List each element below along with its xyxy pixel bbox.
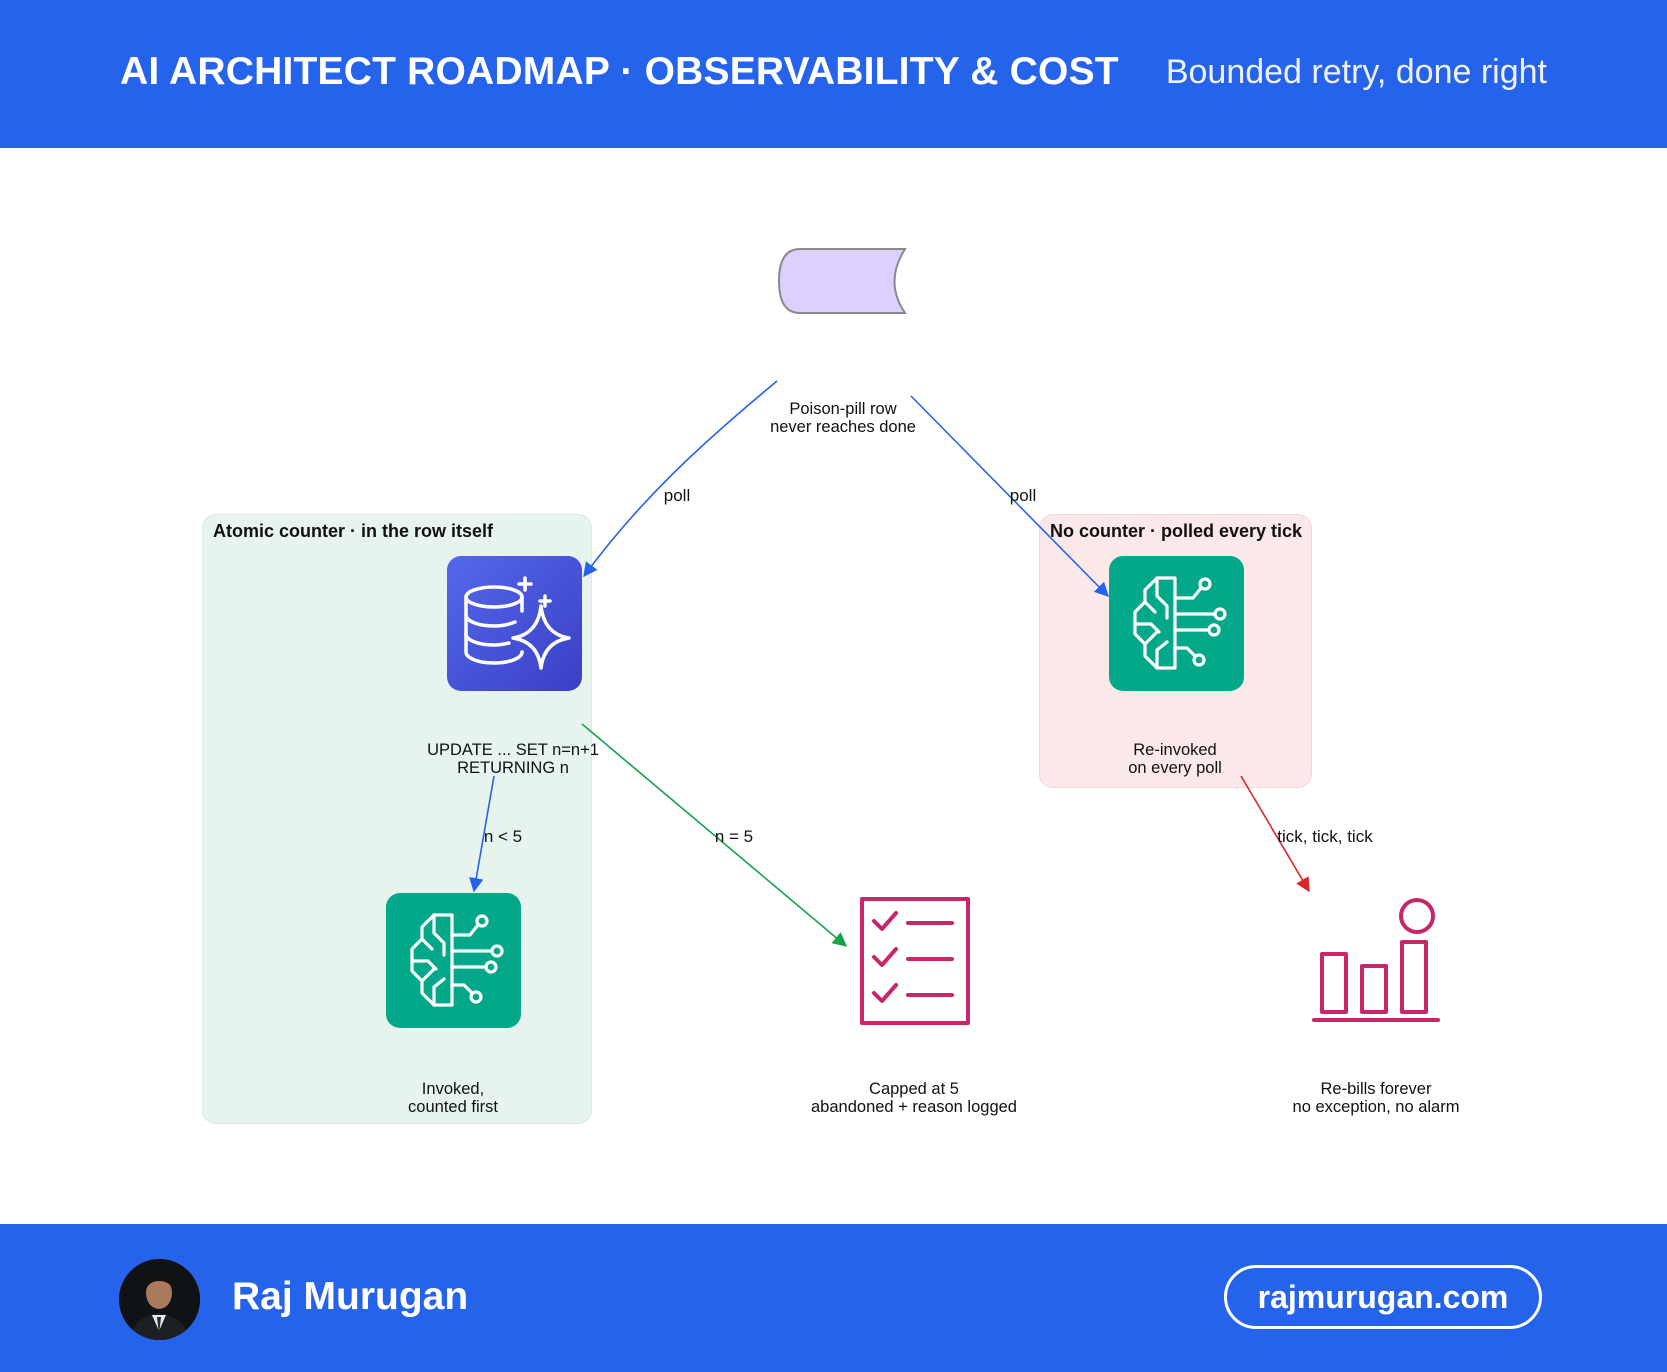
edge-label-n-less-5: n < 5 (483, 827, 523, 846)
invoke-right-caption-line-1: Re-invoked (1133, 741, 1217, 759)
start-caption-line-1: Poison-pill row (789, 400, 897, 418)
diagram-edges (469, 248, 1310, 947)
rebills-caption: Re-bills forever no exception, no alarm (1293, 1080, 1460, 1116)
edge-start-to-counter (583, 380, 778, 578)
capped-caption: Capped at 5 abandoned + reason logged (811, 1080, 1017, 1116)
poison-pill-queue-shape (777, 248, 907, 314)
counter-caption-line-2: RETURNING n (457, 759, 569, 777)
invoke-right-caption-line-2: on every poll (1128, 759, 1222, 777)
counter-caption: UPDATE ... SET n=n+1 RETURNING n (427, 741, 599, 777)
invoke-right-caption: Re-invoked on every poll (1128, 741, 1222, 777)
database-sparkle-icon (447, 556, 582, 691)
bar-chart-alarm-icon (1310, 894, 1442, 1026)
edge-label-poll-left: poll (663, 486, 691, 505)
counter-caption-line-1: UPDATE ... SET n=n+1 (427, 741, 599, 759)
footer-bar: Raj Murugan rajmurugan.com (0, 1224, 1667, 1372)
rebills-caption-line-1: Re-bills forever (1320, 1080, 1432, 1098)
edge-label-poll-right: poll (1009, 486, 1037, 505)
invoke-left-caption-line-2: counted first (408, 1098, 498, 1116)
edge-label-n-equals-5: n = 5 (714, 827, 754, 846)
author-name: Raj Murugan (232, 1275, 469, 1318)
website-link[interactable]: rajmurugan.com (1224, 1265, 1542, 1329)
invoke-left-caption-line-1: Invoked, (421, 1080, 485, 1098)
capped-caption-line-2: abandoned + reason logged (811, 1098, 1017, 1116)
avatar (119, 1259, 200, 1340)
ai-brain-icon (386, 893, 521, 1028)
start-caption: Poison-pill row never reaches done (770, 400, 916, 436)
rebills-caption-line-2: no exception, no alarm (1292, 1098, 1460, 1116)
edge-label-tick: tick, tick, tick (1277, 827, 1373, 846)
start-caption-line-2: never reaches done (770, 418, 916, 436)
capped-caption-line-1: Capped at 5 (869, 1080, 959, 1098)
invoke-left-caption: Invoked, counted first (408, 1080, 498, 1116)
checklist-icon (858, 895, 972, 1027)
ai-brain-icon (1109, 556, 1244, 691)
